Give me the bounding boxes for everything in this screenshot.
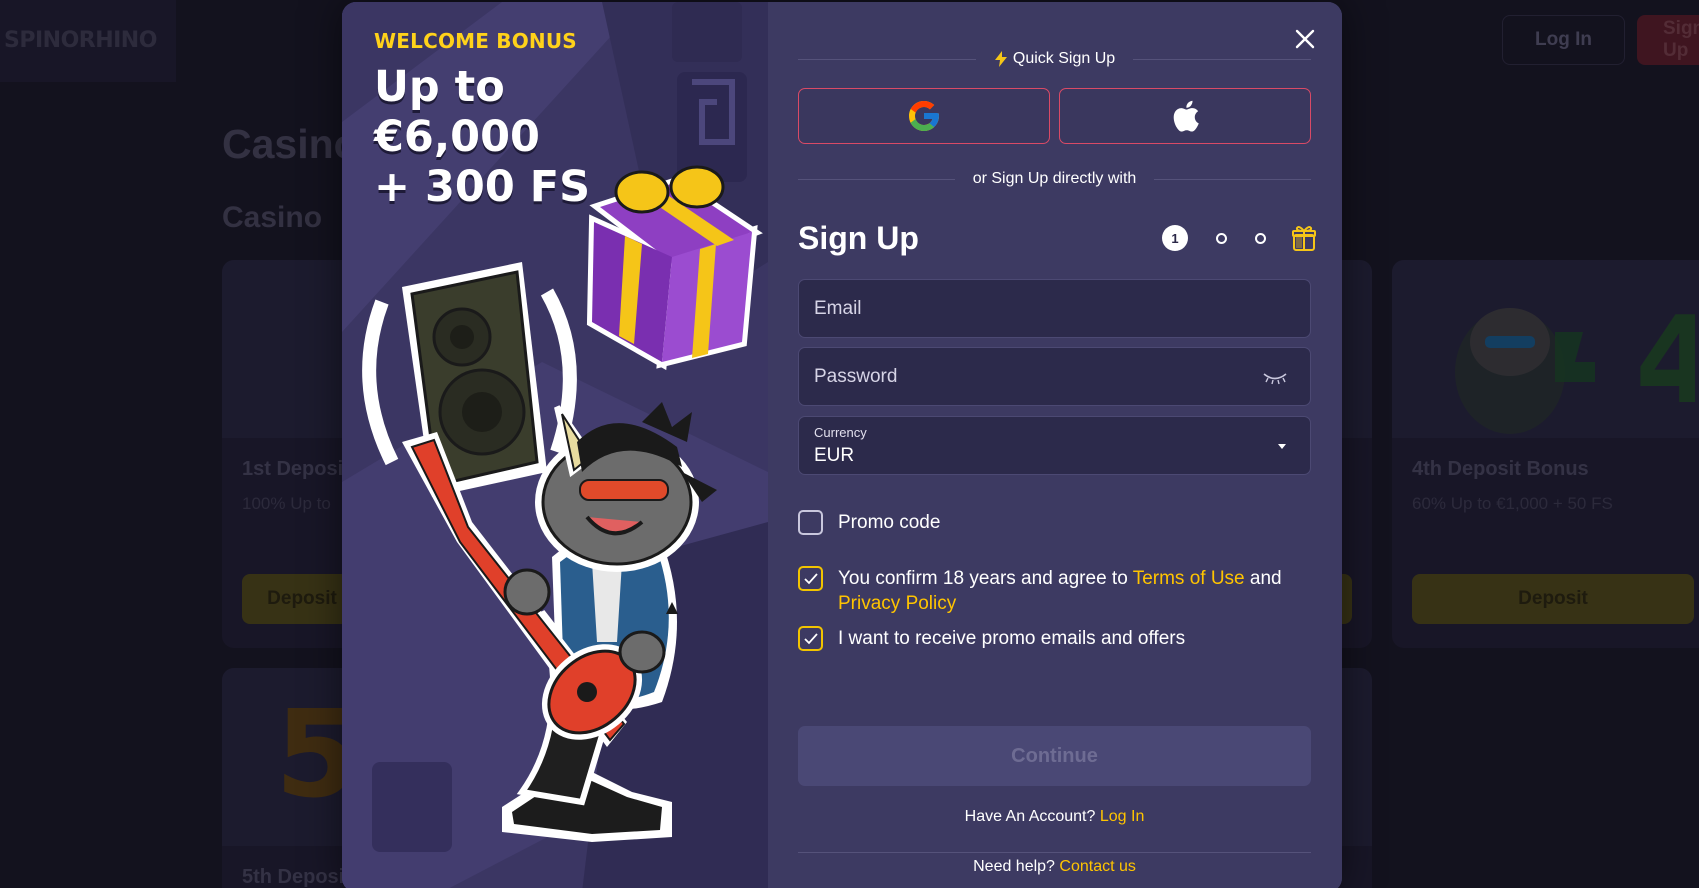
have-account-row: Have An Account? Log In <box>798 808 1311 826</box>
or-signup-divider: or Sign Up directly with <box>798 170 1311 188</box>
checkmark-icon <box>803 572 818 584</box>
promo-code-row[interactable]: Promo code <box>798 510 1311 535</box>
checkmark-icon <box>803 632 818 644</box>
help-row: Need help? Contact us <box>798 858 1311 876</box>
privacy-policy-link[interactable]: Privacy Policy <box>838 593 956 614</box>
quick-signup-divider: Quick Sign Up <box>798 50 1312 68</box>
promo-emails-checkbox[interactable] <box>798 626 823 651</box>
apple-signup-button[interactable] <box>1059 88 1311 144</box>
divider-line <box>1133 58 1312 60</box>
promo-code-checkbox[interactable] <box>798 510 823 535</box>
password-input[interactable] <box>799 348 1310 405</box>
footer-divider <box>798 852 1311 853</box>
continue-button[interactable]: Continue <box>798 726 1311 786</box>
currency-label: Currency <box>814 425 867 440</box>
quick-signup-heading: Quick Sign Up <box>994 50 1115 68</box>
speaker-image <box>362 262 577 497</box>
step-3-indicator <box>1255 232 1266 244</box>
contact-us-link[interactable]: Contact us <box>1059 858 1135 875</box>
gift-box-image <box>586 165 763 371</box>
have-account-text: Have An Account? <box>964 808 1096 825</box>
promo-emails-row[interactable]: I want to receive promo emails and offer… <box>798 626 1311 651</box>
divider-line <box>798 58 976 60</box>
signup-title: Sign Up <box>798 220 919 256</box>
divider-line <box>1154 178 1311 180</box>
email-field[interactable] <box>798 279 1311 338</box>
password-field[interactable] <box>798 347 1311 406</box>
email-input[interactable] <box>799 280 1310 337</box>
currency-value: EUR <box>814 445 855 466</box>
rhino-mascot-image <box>402 402 717 842</box>
currency-select[interactable]: Currency EUR <box>798 416 1311 475</box>
apple-icon <box>1173 100 1199 132</box>
welcome-bonus-label: WELCOME BONUS <box>374 29 577 53</box>
signup-modal: WELCOME BONUS Up to €6,000 + 300 FS Quic… <box>342 2 1342 888</box>
need-help-text: Need help? <box>973 858 1055 875</box>
terms-text-before: You confirm 18 years and agree to <box>838 568 1128 589</box>
gift-icon <box>1292 226 1316 251</box>
close-icon[interactable] <box>1292 26 1318 52</box>
terms-checkbox[interactable] <box>798 566 823 591</box>
step-2-indicator <box>1216 232 1227 244</box>
step-1-indicator: 1 <box>1162 225 1188 251</box>
bonus-line-1: Up to <box>374 62 505 112</box>
signup-form-panel: Quick Sign Up or Sign Up directly with S… <box>768 2 1342 888</box>
terms-text: You confirm 18 years and agree to Terms … <box>838 566 1282 616</box>
terms-of-use-link[interactable]: Terms of Use <box>1133 568 1245 589</box>
promo-code-label[interactable]: Promo code <box>838 510 940 535</box>
eye-closed-icon[interactable] <box>1262 371 1288 385</box>
terms-and: and <box>1249 568 1282 589</box>
welcome-bonus-panel: WELCOME BONUS Up to €6,000 + 300 FS <box>342 2 768 888</box>
google-icon <box>909 101 939 131</box>
login-link[interactable]: Log In <box>1100 808 1144 825</box>
or-signup-label: or Sign Up directly with <box>972 170 1137 187</box>
quick-signup-label: Quick Sign Up <box>1012 50 1116 67</box>
signup-steps: 1 <box>1162 224 1318 252</box>
lightning-icon <box>994 51 1007 67</box>
terms-row: You confirm 18 years and agree to Terms … <box>798 566 1311 616</box>
divider-line <box>798 178 955 180</box>
caret-down-icon <box>1278 444 1286 449</box>
google-signup-button[interactable] <box>798 88 1050 144</box>
promo-emails-label[interactable]: I want to receive promo emails and offer… <box>838 626 1185 651</box>
rhino-guitar-illustration <box>362 165 763 842</box>
